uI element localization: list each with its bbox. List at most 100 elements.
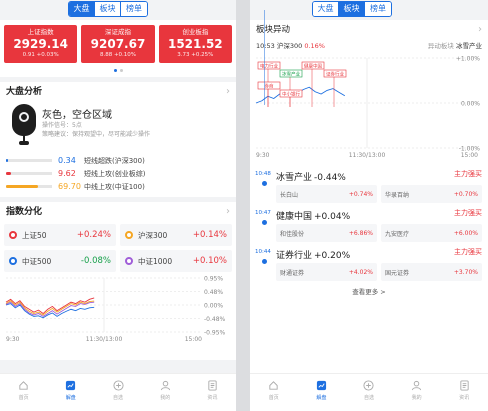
index-name: 深证成指 xyxy=(104,28,131,36)
market-status: 灰色，空仓区域 xyxy=(42,110,112,121)
nav-item-doc[interactable]: 资讯 xyxy=(440,374,488,411)
y-tick-label: 0.48% xyxy=(204,289,223,296)
event-tag: 主力强买 xyxy=(454,248,482,256)
index-change: 3.73 +0.25% xyxy=(177,52,214,58)
nav-item-plus-circle[interactable]: 自选 xyxy=(94,374,141,411)
tab-dapan[interactable]: 大盘 xyxy=(69,2,95,16)
index-diff-name: 中证1000 xyxy=(138,256,173,266)
index-diff-item[interactable]: 中证1000 +0.10% xyxy=(120,250,232,272)
nav-item-home[interactable]: 首页 xyxy=(250,374,298,411)
series-dot-icon xyxy=(125,257,133,265)
index-name: 创业板指 xyxy=(182,28,209,36)
sector-chart[interactable]: +1.00%0.00%-1.00%9:30 11:30/13:00 15:00电力行… xyxy=(250,52,488,160)
tab-bangdan[interactable]: 榜单 xyxy=(365,2,391,16)
event-marker[interactable]: 证券行业 xyxy=(323,69,347,107)
left-screen: 大盘 板块 榜单 上证指数 2929.14 0.91 +0.03% 深证成指 9… xyxy=(0,0,236,411)
nav-label: 资讯 xyxy=(459,395,470,401)
right-screen: 大盘 板块 榜单 板块异动 › 10:53 沪深300 0.16% 异动板块 冰… xyxy=(250,0,488,411)
stock-pct: +6.00% xyxy=(453,229,478,237)
see-more-link[interactable]: 查看更多 > xyxy=(250,285,488,299)
index-diff-name: 中证500 xyxy=(22,256,52,266)
timeline-line xyxy=(264,10,265,105)
index-name: 上证指数 xyxy=(27,28,54,36)
event-marker[interactable]: 中小银行 xyxy=(279,89,303,107)
x-tick-label: 9:30 xyxy=(6,336,20,343)
section-header[interactable]: 指数分化 › xyxy=(0,202,236,222)
section-header[interactable]: 板块异动 › xyxy=(250,20,488,40)
event-item[interactable]: 10:47 健康中国 +0.04% 主力强买 和佳股份 +6.86% 九安医疗 +6.00% xyxy=(250,207,488,242)
bottom-nav: 首页 解盘 自选 我的 资讯 xyxy=(250,373,488,411)
event-marker[interactable]: 冰雪产业 xyxy=(279,69,303,107)
stock-chip[interactable]: 九安医疗 +6.00% xyxy=(381,224,482,242)
stock-name: 和佳股份 xyxy=(280,230,305,238)
index-diff-item[interactable]: 上证50 +0.24% xyxy=(4,224,116,246)
x-tick-label: 11:30/13:00 xyxy=(86,336,123,343)
stock-name: 九安医疗 xyxy=(385,230,410,238)
tab-dapan[interactable]: 大盘 xyxy=(313,2,339,16)
page-dot xyxy=(119,68,123,72)
event-list: 10:48 冰雪产业 -0.44% 主力强买 长白山 +0.74% 华录百纳 +0.70% 10… xyxy=(250,10,488,281)
timeline-dot-icon xyxy=(262,220,267,225)
event-sector: 冰雪产业 xyxy=(276,173,313,183)
stock-chip[interactable]: 和佳股份 +6.86% xyxy=(276,224,377,242)
signal-line-row: 69.70 中线上攻(中证100) xyxy=(6,180,230,193)
nav-item-plus-circle[interactable]: 自选 xyxy=(345,374,393,411)
tab-bankuai[interactable]: 板块 xyxy=(339,2,365,16)
event-marker-label: 券商 xyxy=(265,82,274,89)
stock-chip[interactable]: 财通证券 +4.02% xyxy=(276,263,377,281)
series-dot-icon xyxy=(9,231,17,239)
nav-item-home[interactable]: 首页 xyxy=(0,374,47,411)
signal-value: 9.62 xyxy=(58,169,76,178)
stock-pct: +4.02% xyxy=(348,268,373,276)
x-tick-label: 9:30 xyxy=(256,152,270,159)
stock-chip[interactable]: 长白山 +0.74% xyxy=(276,185,377,203)
x-tick-label: 11:30/13:00 xyxy=(349,152,386,159)
event-sector: 证券行业 xyxy=(276,251,313,261)
event-marker-label: 电力行业 xyxy=(260,62,278,69)
chevron-right-icon: › xyxy=(226,86,230,97)
segment-bar: 大盘 板块 榜单 xyxy=(250,0,488,20)
index-diff-item[interactable]: 中证500 -0.08% xyxy=(4,250,116,272)
nav-item-user[interactable]: 我的 xyxy=(142,374,189,411)
operation-signal: 操作信号：5点 xyxy=(42,122,82,129)
stock-chip[interactable]: 国元证券 +3.70% xyxy=(381,263,482,281)
index-diff-item[interactable]: 沪深300 +0.14% xyxy=(120,224,232,246)
y-tick-label: 0.95% xyxy=(204,276,223,283)
index-tile-shanghai[interactable]: 上证指数 2929.14 0.91 +0.03% xyxy=(4,25,78,63)
nav-label: 自选 xyxy=(363,395,374,401)
nav-item-doc[interactable]: 资讯 xyxy=(189,374,236,411)
index-change: 8.88 +0.10% xyxy=(99,52,137,58)
nav-item-chart[interactable]: 解盘 xyxy=(47,374,94,411)
event-item[interactable]: 10:44 证券行业 +0.20% 主力强买 财通证券 +4.02% 国元证券 +3.70% xyxy=(250,246,488,281)
index-tile-chinext[interactable]: 创业板指 1521.52 3.73 +0.25% xyxy=(158,25,232,63)
signal-line-row: 9.62 短线上攻(创业板综) xyxy=(6,167,230,180)
tab-bankuai[interactable]: 板块 xyxy=(95,2,121,16)
section-header[interactable]: 大盘分析 › xyxy=(0,82,236,102)
section-title: 大盘分析 xyxy=(6,87,43,97)
y-tick-label: +1.00% xyxy=(456,56,480,63)
index-card: 上证指数 2929.14 0.91 +0.03% 深证成指 9207.67 8.… xyxy=(0,20,236,77)
stock-pct: +3.70% xyxy=(453,268,478,276)
nav-item-user[interactable]: 我的 xyxy=(393,374,441,411)
timeline-dot-icon xyxy=(262,259,267,264)
event-tag: 主力强买 xyxy=(454,170,482,178)
signal-label: 短线上攻(创业板综) xyxy=(84,169,146,178)
chart-sector: 冰雪产业 xyxy=(456,42,482,50)
event-marker[interactable]: 健康中国 xyxy=(301,61,325,107)
signal-bar xyxy=(6,185,52,188)
signal-bar-fill xyxy=(6,159,9,162)
index-diff-name: 上证50 xyxy=(22,230,47,240)
y-tick-label: 0.00% xyxy=(204,303,223,310)
index-diff-pct: +0.14% xyxy=(192,230,227,240)
tab-bangdan[interactable]: 榜单 xyxy=(121,2,147,16)
nav-item-chart[interactable]: 解盘 xyxy=(298,374,346,411)
segment-control: 大盘 板块 榜单 xyxy=(68,1,148,17)
y-tick-label: 0.00% xyxy=(461,101,480,108)
event-sector: 健康中国 xyxy=(276,212,313,222)
event-item[interactable]: 10:48 冰雪产业 -0.44% 主力强买 长白山 +0.74% 华录百纳 +0.70% xyxy=(250,168,488,203)
stock-chip[interactable]: 华录百纳 +0.70% xyxy=(381,185,482,203)
signal-bar xyxy=(6,159,52,162)
event-pct: +0.20% xyxy=(314,251,351,261)
index-tile-shenzhen[interactable]: 深证成指 9207.67 8.88 +0.10% xyxy=(81,25,155,63)
strategy-advice: 策略建议：保持观望中，尽可能减少操作 xyxy=(42,131,151,138)
